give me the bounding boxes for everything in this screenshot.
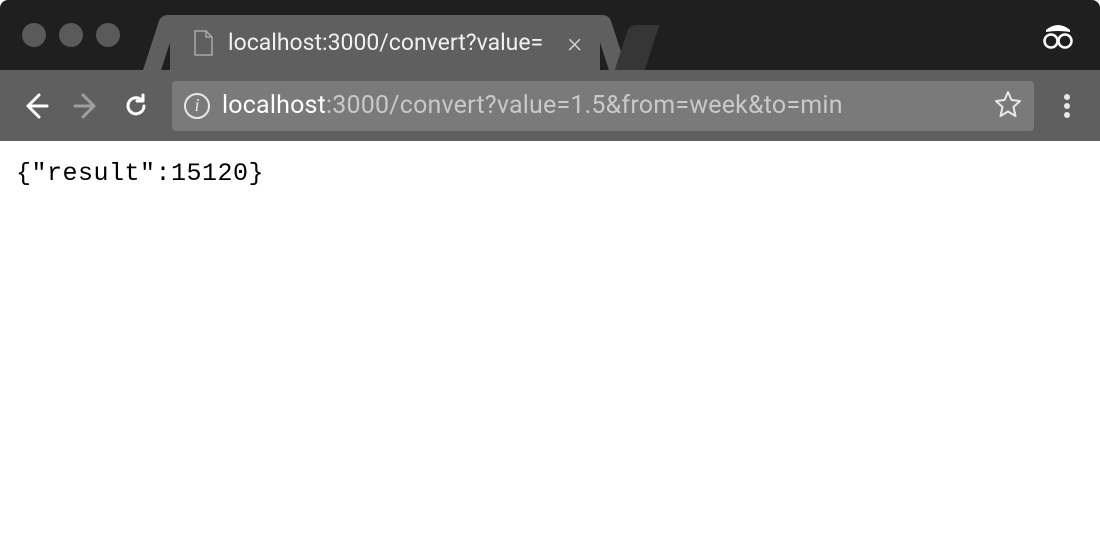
url-path: :3000/convert?value=1.5&from=week&to=min <box>326 91 843 120</box>
window-close-button[interactable] <box>22 23 46 47</box>
browser-tab-active[interactable]: localhost:3000/convert?value= × <box>170 15 600 70</box>
url-text: localhost:3000/convert?value=1.5&from=we… <box>222 91 982 120</box>
file-icon <box>192 30 214 56</box>
browser-toolbar: i localhost:3000/convert?value=1.5&from=… <box>0 70 1100 141</box>
site-info-icon[interactable]: i <box>184 93 210 119</box>
response-body: {"result":15120} <box>16 159 1084 188</box>
forward-button[interactable] <box>64 84 108 128</box>
window-titlebar: localhost:3000/convert?value= × <box>0 0 1100 70</box>
tab-title: localhost:3000/convert?value= <box>228 29 557 56</box>
url-host: localhost <box>222 91 326 120</box>
bookmark-star-icon[interactable] <box>994 90 1022 122</box>
background-tab-hint[interactable] <box>622 25 667 70</box>
incognito-icon <box>1038 14 1078 58</box>
window-maximize-button[interactable] <box>96 23 120 47</box>
address-bar[interactable]: i localhost:3000/convert?value=1.5&from=… <box>172 81 1034 131</box>
close-icon[interactable]: × <box>567 29 582 57</box>
reload-button[interactable] <box>114 84 158 128</box>
back-button[interactable] <box>14 84 58 128</box>
window-minimize-button[interactable] <box>59 23 83 47</box>
traffic-lights <box>22 23 120 47</box>
page-content: {"result":15120} <box>0 141 1100 544</box>
browser-menu-button[interactable] <box>1048 84 1086 128</box>
